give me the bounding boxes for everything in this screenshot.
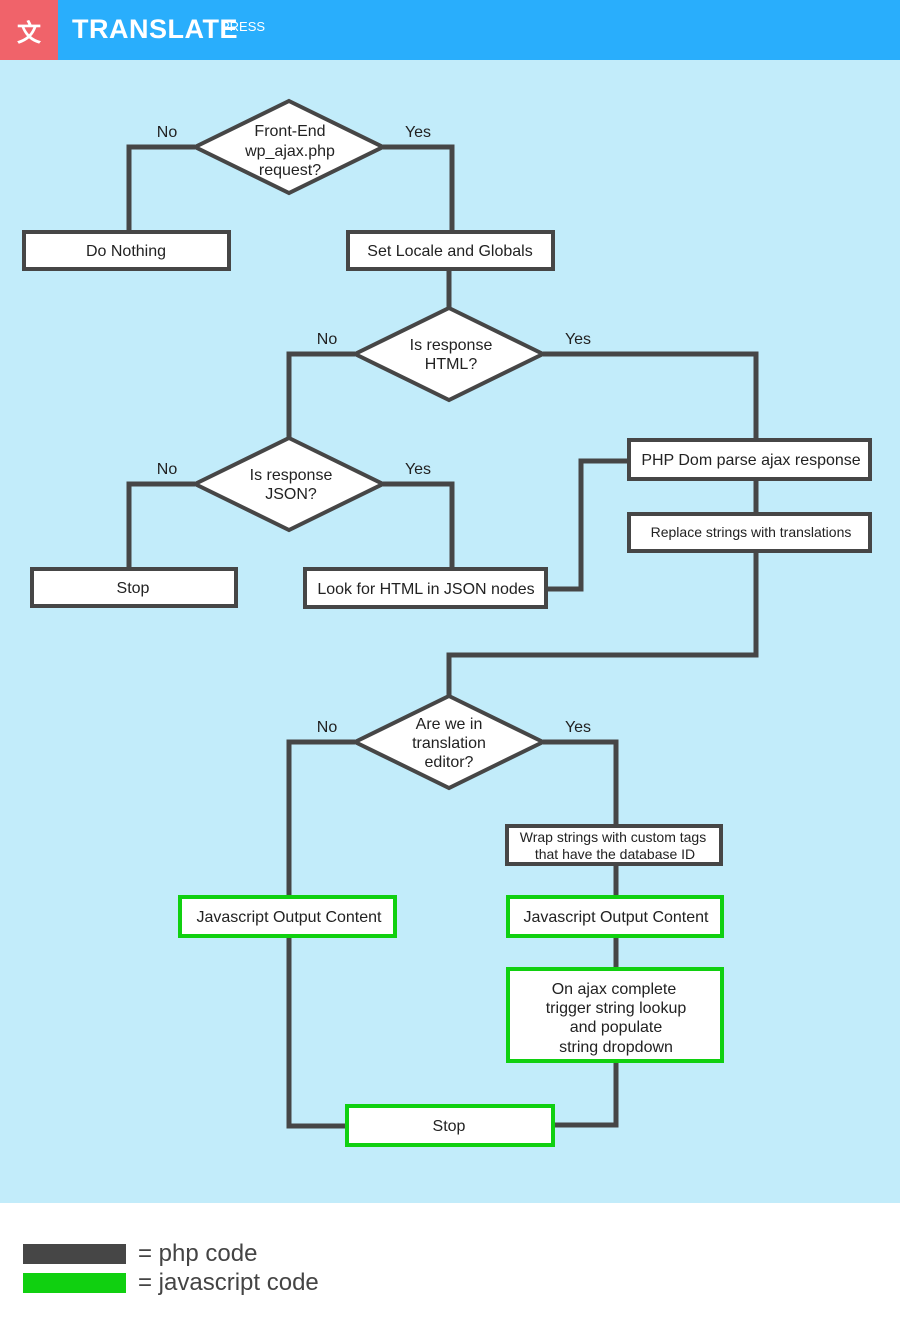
box-text: Set Locale and Globals <box>367 243 532 260</box>
branch-label-yes: Yes <box>405 124 431 141</box>
connector <box>548 458 629 592</box>
legend-label: = php code <box>138 1240 258 1267</box>
flowchart: Front-End wp_ajax.php request? Is response… <box>22 98 872 1147</box>
decision-is-html <box>350 305 548 403</box>
decision-text: request? <box>259 162 321 179</box>
legend-item-javascript: = javascript code <box>23 1269 319 1297</box>
decision-text: Is response <box>250 467 333 484</box>
box-text: Stop <box>433 1118 466 1135</box>
branch-label-no: No <box>317 719 338 736</box>
connector <box>126 144 195 232</box>
legend-item-php: = php code <box>23 1240 257 1268</box>
decision-text: translation <box>412 735 486 752</box>
decision-text: Are we in <box>416 716 483 733</box>
brand-subtitle: PRESS <box>221 19 266 34</box>
legend-label: = javascript code <box>138 1269 319 1296</box>
box-text: PHP Dom parse ajax response <box>641 452 860 469</box>
connector <box>286 739 355 897</box>
connector <box>383 481 455 569</box>
brand-name: TRANSLATE <box>72 14 238 44</box>
box-text: that have the database ID <box>535 846 695 862</box>
connector <box>543 739 619 826</box>
php-swatch <box>23 1244 126 1264</box>
branch-label-no: No <box>157 124 178 141</box>
connector <box>286 351 355 438</box>
decision-is-json <box>190 435 388 533</box>
javascript-swatch <box>23 1273 126 1293</box>
connector <box>543 351 759 440</box>
branch-label-no: No <box>317 331 338 348</box>
decision-text: wp_ajax.php <box>244 143 335 160</box>
branch-label-yes: Yes <box>405 461 431 478</box>
box-text: string dropdown <box>559 1039 673 1056</box>
box-text: Do Nothing <box>86 243 166 260</box>
branch-label-yes: Yes <box>565 331 591 348</box>
box-text: Look for HTML in JSON nodes <box>317 581 534 598</box>
box-text: and populate <box>570 1019 663 1036</box>
flowchart-canvas: Front-End wp_ajax.php request? Is response… <box>0 60 900 1203</box>
connector <box>554 1061 619 1128</box>
box-text: Javascript Output Content <box>197 909 383 926</box>
branch-label-no: No <box>157 461 178 478</box>
decision-text: editor? <box>425 754 474 771</box>
legend: = php code = javascript code <box>0 1203 900 1335</box>
box-text: Replace strings with translations <box>651 524 852 540</box>
svg-text:Wrap strings with custom tagst: Wrap strings with custom tags that have t… <box>520 829 706 862</box>
box-text: Stop <box>117 580 150 597</box>
connector <box>286 936 347 1129</box>
decision-text: Front-End <box>254 123 325 140</box>
box-text: Javascript Output Content <box>524 909 710 926</box>
header-bar: 文 TRANSLATE PRESS <box>0 0 900 60</box>
translate-logo-icon: 文 <box>0 0 58 60</box>
box-text: trigger string lookup <box>546 1000 687 1017</box>
box-text: On ajax complete <box>552 981 677 998</box>
box-text: Wrap strings with custom tags <box>520 829 706 845</box>
decision-text: HTML? <box>425 356 478 373</box>
decision-text: Is response <box>410 337 493 354</box>
connector <box>126 481 195 569</box>
decision-text: JSON? <box>265 486 317 503</box>
connector <box>383 144 455 232</box>
branch-label-yes: Yes <box>565 719 591 736</box>
